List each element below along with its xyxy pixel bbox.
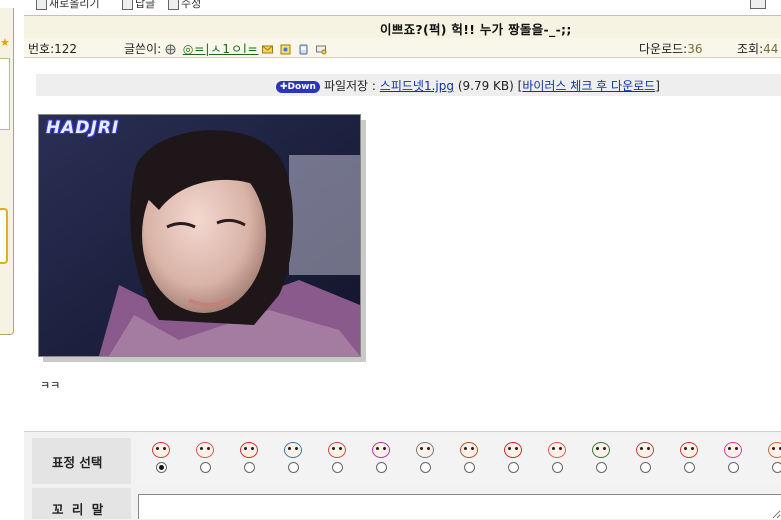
post-number-label: 번호: [28, 42, 54, 56]
emoticon-radio[interactable] [156, 462, 167, 473]
devil-face-icon[interactable] [460, 442, 478, 458]
kiss-face-icon[interactable] [240, 442, 258, 458]
emoticon-option[interactable] [280, 440, 306, 482]
reply-icon [122, 0, 133, 10]
emoticon-option[interactable] [500, 440, 526, 482]
love-face-icon[interactable] [724, 442, 742, 458]
homepage-icon[interactable] [165, 44, 176, 55]
pout-face-icon[interactable] [680, 442, 698, 458]
frown-face-icon[interactable] [636, 442, 654, 458]
star-icon: ★ [0, 36, 10, 49]
emoticon-radio[interactable] [332, 462, 343, 473]
emoticon-option[interactable] [456, 440, 482, 482]
emoticon-option[interactable] [148, 440, 174, 482]
file-name-link[interactable]: 스피드넷1.jpg [380, 79, 454, 93]
post-author: 글쓴이: ◎=|ㅅ1ㅇl= [124, 40, 330, 57]
view-count: 조회:44 [737, 40, 778, 57]
dizzy-face-icon[interactable] [196, 442, 214, 458]
emoticon-option[interactable] [324, 440, 350, 482]
reply-label: 답글 [135, 0, 155, 10]
emoticon-radio[interactable] [200, 462, 211, 473]
left-frame-panel [0, 8, 14, 335]
shock-face-icon[interactable] [504, 442, 522, 458]
emoticon-option[interactable] [676, 440, 702, 482]
emoticon-option[interactable] [632, 440, 658, 482]
reply-button[interactable]: 답글 [122, 0, 155, 11]
file-download-row: ✚Down파일저장 : 스피드넷1.jpg (9.79 KB) [바이러스 체크… [276, 77, 660, 94]
angry-face-icon[interactable] [152, 442, 170, 458]
download-value: 36 [687, 42, 702, 56]
laugh-face-icon[interactable] [768, 442, 781, 458]
download-label: 다운로드: [639, 42, 687, 56]
mail-icon[interactable] [262, 44, 273, 55]
messenger-icon[interactable] [298, 44, 309, 55]
crying-face-icon[interactable] [284, 442, 302, 458]
edit-button[interactable]: 수정 [168, 0, 201, 11]
emoticon-option[interactable] [368, 440, 394, 482]
sleepy-face-icon[interactable] [416, 442, 434, 458]
emoticon-radio[interactable] [772, 462, 781, 473]
emoticon-option[interactable] [236, 440, 262, 482]
post-title: 이쁘죠?(퍽) 헉!! 누가 짱돌을-_-;; [380, 19, 572, 38]
emoticon-radio[interactable] [244, 462, 255, 473]
emoticon-radio[interactable] [288, 462, 299, 473]
left-frame-highlight [0, 208, 8, 264]
emoticon-option[interactable] [412, 440, 438, 482]
emoticon-radio[interactable] [596, 462, 607, 473]
list-button[interactable] [750, 0, 766, 9]
down-badge[interactable]: ✚Down [276, 81, 320, 93]
emoticon-option[interactable] [764, 440, 781, 482]
comment-input[interactable] [138, 494, 781, 519]
new-post-label: 새로올리기 [49, 0, 100, 10]
author-name-link[interactable]: ◎=|ㅅ1ㅇl= [183, 42, 259, 56]
down-badge-label: Down [288, 82, 316, 92]
tail-label: 꼬 리 말 [52, 499, 105, 518]
author-label: 글쓴이: [124, 42, 161, 56]
emoticon-radio[interactable] [552, 462, 563, 473]
emoticon-option[interactable] [720, 440, 746, 482]
emoticon-option[interactable] [192, 440, 218, 482]
view-label: 조회: [737, 42, 763, 56]
new-post-icon [36, 0, 47, 10]
portrait-image [39, 115, 360, 356]
post-photo [38, 114, 361, 357]
emoticon-option[interactable] [588, 440, 614, 482]
post-number-value: 122 [54, 42, 77, 56]
glasses-face-icon[interactable] [592, 442, 610, 458]
view-value: 44 [763, 42, 778, 56]
emoticon-radio[interactable] [376, 462, 387, 473]
file-size: (9.79 KB) [458, 79, 514, 93]
tears-face-icon[interactable] [548, 442, 566, 458]
surprised-face-icon[interactable] [328, 442, 346, 458]
sweat-face-icon[interactable] [372, 442, 390, 458]
memo-icon[interactable] [280, 44, 291, 55]
new-post-button[interactable]: 새로올리기 [36, 0, 100, 11]
virus-check-link[interactable]: 바이러스 체크 후 다운로드 [522, 79, 655, 93]
emoticon-option[interactable] [544, 440, 570, 482]
file-save-label: 파일저장 : [324, 79, 376, 93]
mail-search-icon[interactable] [316, 44, 327, 55]
edit-icon [168, 0, 179, 10]
post-body-text: ㅋㅋ [40, 377, 60, 393]
emoticon-radio[interactable] [684, 462, 695, 473]
top-toolbar: 새로올리기 답글 수정 [30, 0, 781, 14]
left-frame-inner [0, 58, 10, 130]
post-number: 번호:122 [28, 40, 77, 57]
photo-watermark-logo: HADJRI [46, 118, 119, 138]
download-count: 다운로드:36 [639, 40, 703, 57]
emoticon-radio[interactable] [508, 462, 519, 473]
edit-label: 수정 [181, 0, 201, 10]
emoticon-radio[interactable] [464, 462, 475, 473]
emoticon-radio[interactable] [420, 462, 431, 473]
emoticon-radio[interactable] [728, 462, 739, 473]
emoticon-label: 표정 선택 [52, 452, 102, 471]
emoticon-radio[interactable] [640, 462, 651, 473]
